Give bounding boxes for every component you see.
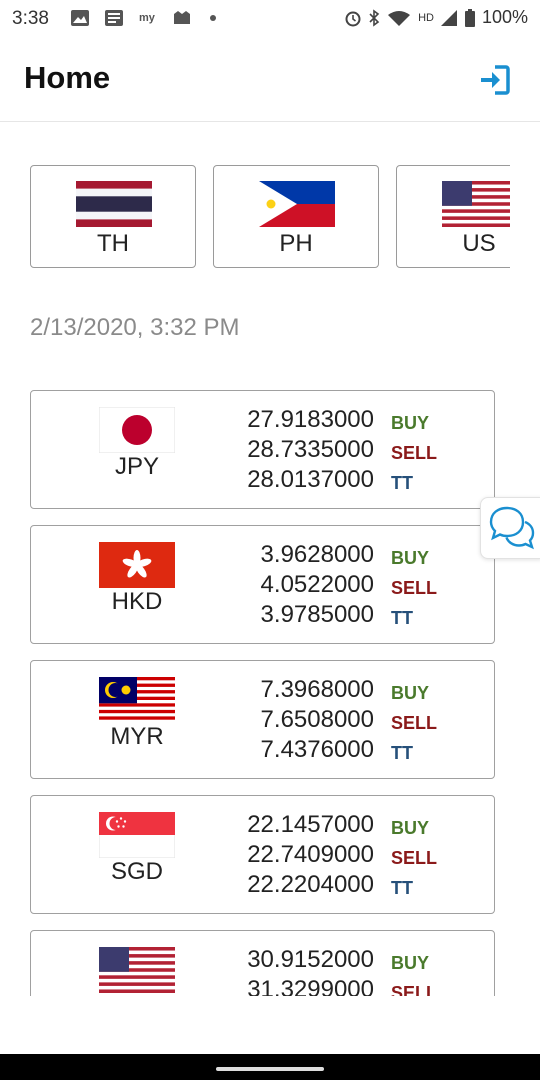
svg-text:my: my [139, 12, 156, 24]
network-type: HD [418, 11, 434, 24]
buy-label: BUY [391, 548, 430, 568]
country-card-th[interactable]: TH [30, 165, 196, 268]
sell-rate: 7.6508000 [260, 706, 374, 733]
country-card-ph[interactable]: PH [213, 165, 379, 268]
sell-label: SELL [391, 578, 438, 598]
page-title: Home [24, 60, 111, 95]
country-code: US [462, 230, 496, 257]
country-card-us[interactable]: US [396, 165, 510, 268]
rate-card-jpy[interactable]: JPY 27.9183000 28.7335000 28.0137000 BUY… [30, 390, 495, 509]
sell-label: SELL [391, 713, 438, 733]
system-icons: HD 100% [344, 7, 528, 28]
rate-labels: BUY SELL TT [391, 948, 437, 996]
rate-values: 22.1457000 22.7409000 22.2204000 [191, 810, 374, 900]
buy-rate: 22.1457000 [247, 811, 374, 838]
buy-rate: 30.9152000 [247, 946, 374, 973]
country-code: TH [97, 230, 129, 257]
rate-labels: BUY SELL TT [391, 813, 437, 903]
tt-rate: 28.0137000 [247, 466, 374, 493]
usa-flag-icon [99, 947, 175, 993]
news-icon [105, 10, 123, 26]
sell-rate: 22.7409000 [247, 841, 374, 868]
sell-label: SELL [391, 983, 438, 996]
battery-icon [464, 8, 475, 27]
bluetooth-icon [369, 8, 380, 27]
hong-kong-flag-icon [99, 542, 175, 588]
singapore-flag-icon [99, 812, 175, 858]
tt-label: TT [391, 878, 413, 898]
more-notifications-icon [210, 15, 216, 21]
rate-card-myr[interactable]: MYR 7.3968000 7.6508000 7.4376000 BUY SE… [30, 660, 495, 779]
rate-labels: BUY SELL TT [391, 678, 437, 768]
tt-rate: 7.4376000 [260, 736, 374, 763]
wifi-icon [388, 10, 411, 26]
signal-icon [440, 9, 457, 26]
thailand-flag-icon [76, 181, 152, 227]
country-selector[interactable]: TH PH US [30, 165, 510, 270]
chat-bubbles-icon [489, 506, 535, 550]
tt-label: TT [391, 473, 413, 493]
status-bar: 3:38 my HD 100% [0, 0, 540, 36]
app-bar: Home [0, 36, 540, 122]
exchange-rate-list[interactable]: JPY 27.9183000 28.7335000 28.0137000 BUY… [30, 390, 496, 996]
system-navigation-bar [0, 1054, 540, 1080]
tt-rate: 22.2204000 [247, 871, 374, 898]
usa-flag-icon [442, 181, 510, 227]
rate-values: 3.9628000 4.0522000 3.9785000 [191, 540, 374, 630]
buy-rate: 3.9628000 [260, 541, 374, 568]
rate-values: 30.9152000 31.3299000 [191, 945, 374, 996]
login-icon[interactable] [478, 63, 512, 97]
rate-values: 7.3968000 7.6508000 7.4376000 [191, 675, 374, 765]
tt-rate: 3.9785000 [260, 601, 374, 628]
buy-rate: 27.9183000 [247, 406, 374, 433]
image-icon [71, 10, 89, 26]
japan-flag-icon [99, 407, 175, 453]
alarm-icon [345, 11, 361, 26]
rate-card-usd[interactable]: 30.9152000 31.3299000 BUY SELL TT [30, 930, 495, 996]
tt-label: TT [391, 608, 413, 628]
sell-rate: 4.0522000 [260, 571, 374, 598]
chat-button[interactable] [480, 497, 540, 559]
rate-labels: BUY SELL TT [391, 543, 437, 633]
sell-rate: 28.7335000 [247, 436, 374, 463]
rate-labels: BUY SELL TT [391, 408, 437, 498]
app-notification-icon: my [139, 12, 156, 24]
buy-rate: 7.3968000 [260, 676, 374, 703]
tt-label: TT [391, 743, 413, 763]
notification-icons: my [70, 9, 216, 27]
buy-label: BUY [391, 683, 430, 703]
sell-rate: 31.3299000 [247, 976, 374, 996]
buy-label: BUY [391, 413, 430, 433]
game-icon [174, 11, 190, 24]
rate-card-hkd[interactable]: HKD 3.9628000 4.0522000 3.9785000 BUY SE… [30, 525, 495, 644]
status-time: 3:38 [12, 8, 49, 29]
buy-label: BUY [391, 818, 430, 838]
buy-label: BUY [391, 953, 430, 973]
malaysia-flag-icon [99, 677, 175, 723]
philippines-flag-icon [259, 181, 335, 227]
last-updated-timestamp: 2/13/2020, 3:32 PM [30, 314, 240, 341]
sell-label: SELL [391, 848, 438, 868]
country-code: PH [279, 230, 313, 257]
sell-label: SELL [391, 443, 438, 463]
rate-values: 27.9183000 28.7335000 28.0137000 [191, 405, 374, 495]
home-gesture-handle[interactable] [216, 1067, 324, 1071]
battery-level: 100% [481, 7, 528, 27]
rate-card-sgd[interactable]: SGD 22.1457000 22.7409000 22.2204000 BUY… [30, 795, 495, 914]
